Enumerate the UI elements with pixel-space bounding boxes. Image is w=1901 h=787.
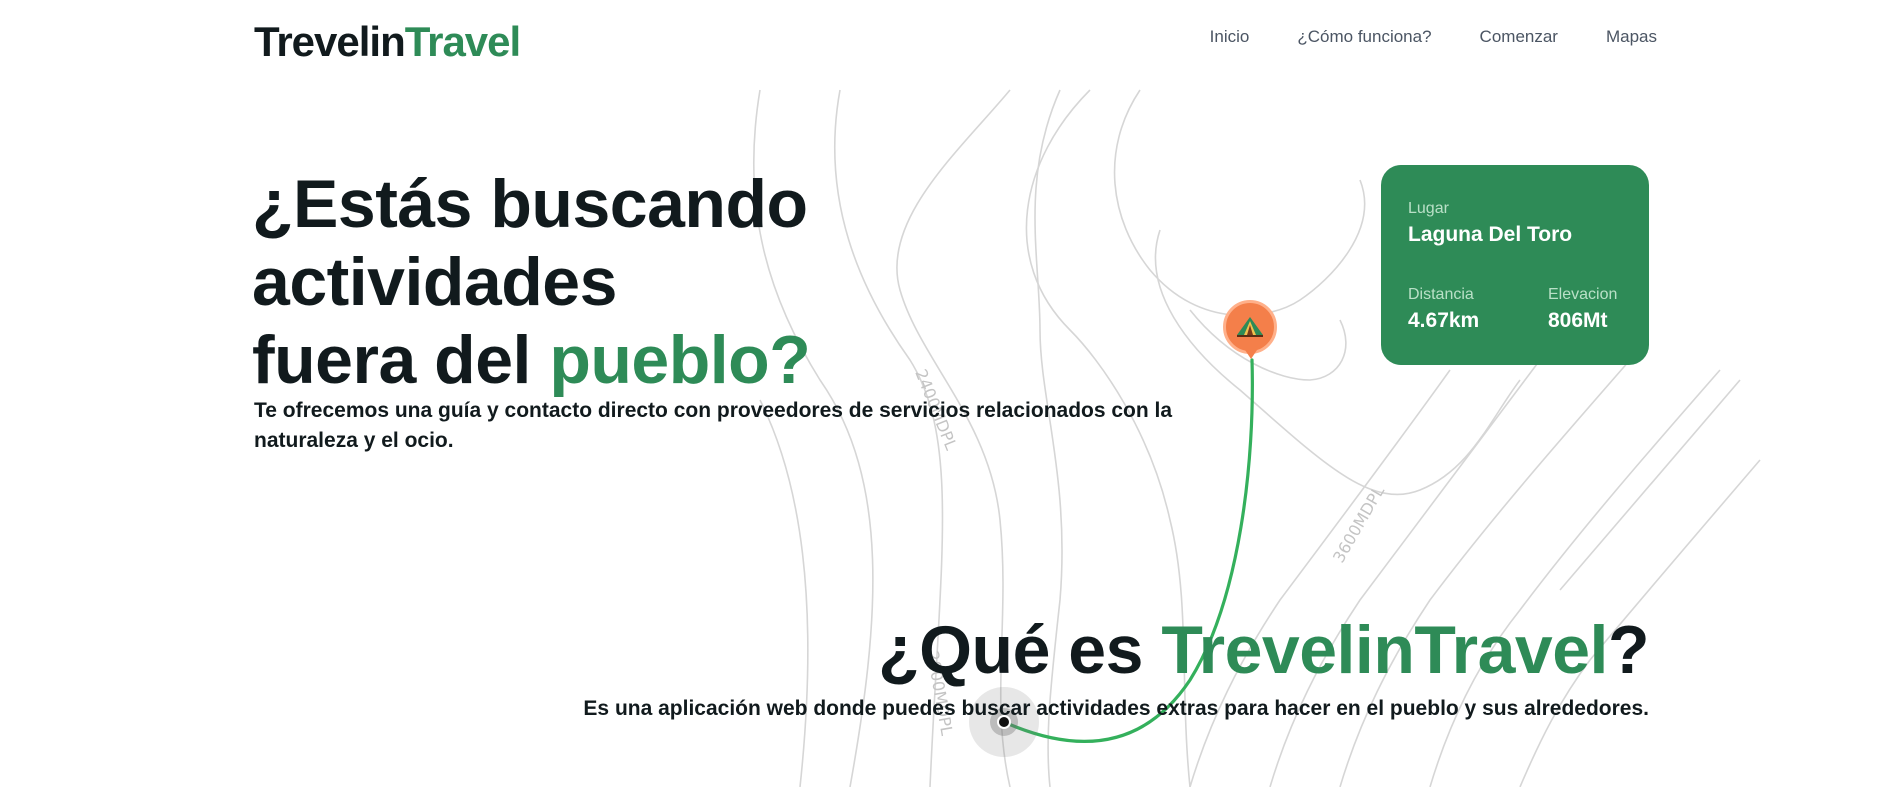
contour-line <box>1429 369 1721 787</box>
about-subtitle: Es una aplicación web donde puedes busca… <box>583 697 1649 720</box>
nav-menu: Inicio ¿Cómo funciona? Comenzar Mapas <box>1210 14 1657 60</box>
about-title: ¿Qué es TrevelinTravel? <box>878 608 1649 692</box>
about-title-prefix: ¿Qué es <box>878 612 1162 688</box>
hero-subtitle: Te ofrecemos una guía y contacto directo… <box>254 399 1173 452</box>
contour-line <box>1113 89 1366 317</box>
top-navbar: TrevelinTravel Inicio ¿Cómo funciona? Co… <box>254 14 1657 70</box>
hero-title-highlight: pueblo? <box>549 322 811 398</box>
contour-line <box>1559 379 1741 591</box>
distance-value: 4.67km <box>1408 309 1480 332</box>
place-value: Laguna Del Toro <box>1408 223 1573 246</box>
camp-tent-icon[interactable] <box>1223 300 1277 354</box>
brand-logo[interactable]: TrevelinTravel <box>254 14 521 70</box>
brand-logo-part2: Travel <box>404 18 521 65</box>
distance-label: Distancia <box>1408 286 1474 303</box>
place-info-card: Lugar Laguna Del Toro Distancia 4.67km E… <box>1381 165 1649 365</box>
about-title-highlight: TrevelinTravel <box>1161 612 1608 688</box>
elevation-value: 806Mt <box>1548 309 1608 332</box>
contour-line <box>759 399 809 787</box>
nav-link-mapas[interactable]: Mapas <box>1606 14 1657 60</box>
pin-pointer <box>1245 350 1257 359</box>
hero-title-line3: fuera del <box>252 322 550 398</box>
nav-link-inicio[interactable]: Inicio <box>1210 14 1250 60</box>
about-title-suffix: ? <box>1607 612 1650 688</box>
hero-title-line2: actividades <box>252 244 617 320</box>
elevation-label: Elevacion <box>1548 286 1618 303</box>
place-label: Lugar <box>1408 200 1449 217</box>
tent-icon <box>1237 317 1263 337</box>
hero-title: ¿Estás buscando actividades fuera del pu… <box>252 165 811 399</box>
nav-link-comenzar[interactable]: Comenzar <box>1480 14 1558 60</box>
brand-logo-part1: Trevelin <box>254 18 406 65</box>
nav-link-como-funciona[interactable]: ¿Cómo funciona? <box>1297 14 1431 60</box>
hero-title-line1: ¿Estás buscando <box>252 166 808 242</box>
